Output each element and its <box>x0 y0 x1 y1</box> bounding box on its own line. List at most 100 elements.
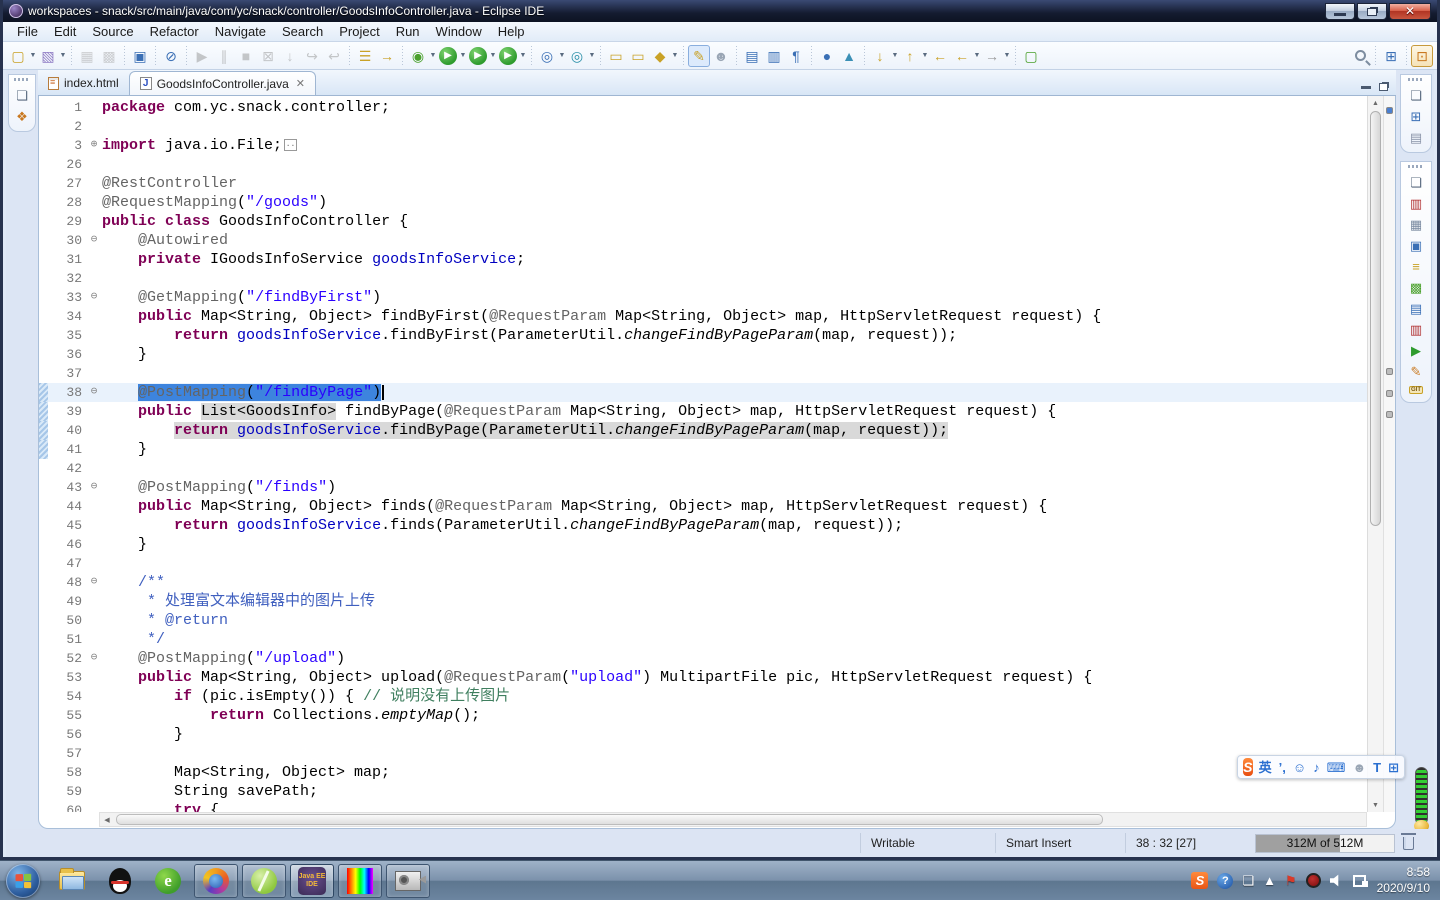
import-folder-icon[interactable]: ▭ <box>605 45 627 67</box>
last-edit-icon[interactable]: ← <box>951 45 973 67</box>
code-line-30[interactable]: 30⊖ @Autowired <box>39 231 1367 250</box>
new-quick-icon[interactable]: ▢ <box>1020 45 1042 67</box>
code-line-58[interactable]: 58 Map<String, Object> map; <box>39 763 1367 782</box>
javaee-perspective-button[interactable]: ⊡ <box>1411 45 1433 67</box>
ruler-annotation-mark[interactable] <box>1386 368 1393 375</box>
code-line-33[interactable]: 33⊖ @GetMapping("/findByFirst") <box>39 288 1367 307</box>
code-line-1[interactable]: 1package com.yc.snack.controller; <box>39 98 1367 117</box>
new-java-project-icon[interactable]: ▧ <box>37 45 59 67</box>
project-explorer-icon[interactable]: ❖ <box>16 110 28 123</box>
menu-navigate[interactable]: Navigate <box>207 22 274 41</box>
markers-icon[interactable]: ▥ <box>1410 197 1422 210</box>
tab-goodsinfocontroller[interactable]: J GoodsInfoController.java ✕ <box>129 71 316 95</box>
ime-person-icon[interactable]: ☻ <box>1352 761 1366 774</box>
taskbar-360browser-button[interactable]: e <box>146 864 190 898</box>
code-line-35[interactable]: 35 return goodsInfoService.findByFirst(P… <box>39 326 1367 345</box>
code-line-3[interactable]: 3⊕import java.io.File;.. <box>39 136 1367 155</box>
show-whitespace-icon[interactable]: ¶ <box>785 45 807 67</box>
run-gc-trash-icon[interactable] <box>1403 837 1414 850</box>
tray-window-icon[interactable]: ❏ <box>1242 874 1254 887</box>
code-line-44[interactable]: 44 public Map<String, Object> finds(@Req… <box>39 497 1367 516</box>
code-line-37[interactable]: 37 <box>39 364 1367 383</box>
debug-dropdown-icon[interactable]: ▼ <box>429 45 437 67</box>
code-line-47[interactable]: 47 <box>39 554 1367 573</box>
menu-window[interactable]: Window <box>428 22 490 41</box>
code-line-31[interactable]: 31 private IGoodsInfoService goodsInfoSe… <box>39 250 1367 269</box>
menu-run[interactable]: Run <box>388 22 428 41</box>
code-line-40[interactable]: 40 return goodsInfoService.findByPage(Pa… <box>39 421 1367 440</box>
menu-file[interactable]: File <box>9 22 46 41</box>
menu-edit[interactable]: Edit <box>46 22 84 41</box>
code-line-46[interactable]: 46 } <box>39 535 1367 554</box>
ime-skin-icon[interactable]: T <box>1373 761 1381 774</box>
next-annotation-icon[interactable]: ↓ <box>869 45 891 67</box>
next-annotation-dropdown-icon[interactable]: ▼ <box>891 45 899 67</box>
volume-icon[interactable] <box>1330 874 1344 887</box>
code-line-36[interactable]: 36 } <box>39 345 1367 364</box>
tab-close-icon[interactable]: ✕ <box>296 77 305 90</box>
code-line-49[interactable]: 49 * 处理富文本编辑器中的图片上传 <box>39 592 1367 611</box>
new-web-project-dropdown-icon[interactable]: ▼ <box>558 45 566 67</box>
taskbar-rainbow-button[interactable] <box>338 864 382 898</box>
ruler-annotation-mark[interactable] <box>1386 390 1393 397</box>
ime-lang-icon[interactable]: 英 <box>1259 761 1272 774</box>
code-line-43[interactable]: 43⊖ @PostMapping("/finds") <box>39 478 1367 497</box>
profile-icon[interactable]: ▶ <box>499 47 517 65</box>
fold-marker-icon[interactable]: ⊖ <box>86 231 102 250</box>
search-icon[interactable] <box>1349 45 1371 67</box>
ime-toolbox-icon[interactable]: ⊞ <box>1388 761 1399 774</box>
open-console-icon[interactable]: ▣ <box>129 45 151 67</box>
task-list-icon[interactable]: ▤ <box>1410 131 1422 144</box>
problems-icon[interactable]: ▥ <box>1410 323 1422 336</box>
code-line-27[interactable]: 27@RestController <box>39 174 1367 193</box>
restore-view-icon[interactable]: ❏ <box>1410 89 1422 102</box>
code-line-56[interactable]: 56 } <box>39 725 1367 744</box>
snippets-icon[interactable]: ▤ <box>1410 302 1422 315</box>
pin-icon[interactable]: ◆ <box>649 45 671 67</box>
run-icon[interactable]: ▶ <box>439 47 457 65</box>
code-line-59[interactable]: 59 String savePath; <box>39 782 1367 801</box>
fold-marker-icon[interactable]: ⊕ <box>86 136 102 155</box>
new-web-project-icon[interactable]: ◎ <box>536 45 558 67</box>
taskbar-explorer-button[interactable] <box>50 864 94 898</box>
code-line-34[interactable]: 34 public Map<String, Object> findByFirs… <box>39 307 1367 326</box>
profile-dropdown-icon[interactable]: ▼ <box>519 45 527 67</box>
fold-marker-icon[interactable]: ⊖ <box>86 573 102 592</box>
run-dropdown-icon[interactable]: ▼ <box>459 45 467 67</box>
tray-sogou-icon[interactable]: S <box>1191 872 1208 889</box>
git-icon[interactable]: GIT <box>1409 386 1423 394</box>
show-source-icon[interactable]: ▥ <box>763 45 785 67</box>
code-line-41[interactable]: 41 } <box>39 440 1367 459</box>
code-line-39[interactable]: 39 public List<GoodsInfo> findByPage(@Re… <box>39 402 1367 421</box>
close-button[interactable]: ✕ <box>1389 3 1431 20</box>
network-icon[interactable] <box>1353 875 1368 887</box>
code-line-52[interactable]: 52⊖ @PostMapping("/upload") <box>39 649 1367 668</box>
code-line-48[interactable]: 48⊖ /** <box>39 573 1367 592</box>
code-line-53[interactable]: 53 public Map<String, Object> upload(@Re… <box>39 668 1367 687</box>
code-line-28[interactable]: 28@RequestMapping("/goods") <box>39 193 1367 212</box>
open-browser-icon[interactable]: ● <box>816 45 838 67</box>
sogou-logo-icon[interactable]: S <box>1243 758 1253 776</box>
taskbar-eclipse-button[interactable]: Java EEIDE <box>290 864 334 898</box>
taskbar-clock[interactable]: 8:58 2020/9/10 <box>1377 865 1430 896</box>
taskbar-recorder-button[interactable] <box>386 864 430 898</box>
ime-emoji-icon[interactable]: ☺ <box>1293 761 1306 774</box>
restore-view-icon[interactable]: ❏ <box>1410 176 1422 189</box>
pin-dropdown-icon[interactable]: ▼ <box>671 45 679 67</box>
minimize-button[interactable] <box>1325 3 1355 20</box>
horizontal-scrollbar[interactable]: ◀ <box>99 812 1367 827</box>
vertical-scroll-thumb[interactable] <box>1370 111 1381 526</box>
fold-marker-icon[interactable]: ⊖ <box>86 478 102 497</box>
fold-marker-icon[interactable]: ⊖ <box>86 288 102 307</box>
menu-search[interactable]: Search <box>274 22 331 41</box>
code-line-26[interactable]: 26 <box>39 155 1367 174</box>
code-line-32[interactable]: 32 <box>39 269 1367 288</box>
tray-flag-icon[interactable]: ⚑ <box>1285 874 1297 887</box>
drop-frame-icon[interactable]: → <box>376 45 398 67</box>
restore-button[interactable] <box>1357 3 1387 20</box>
new-wizard-dropdown-icon[interactable]: ▼ <box>29 45 37 67</box>
restore-view-icon[interactable]: ❏ <box>16 89 28 102</box>
new-java-project-dropdown-icon[interactable]: ▼ <box>59 45 67 67</box>
code-line-60[interactable]: 60 try { <box>39 801 1367 812</box>
menu-help[interactable]: Help <box>490 22 533 41</box>
